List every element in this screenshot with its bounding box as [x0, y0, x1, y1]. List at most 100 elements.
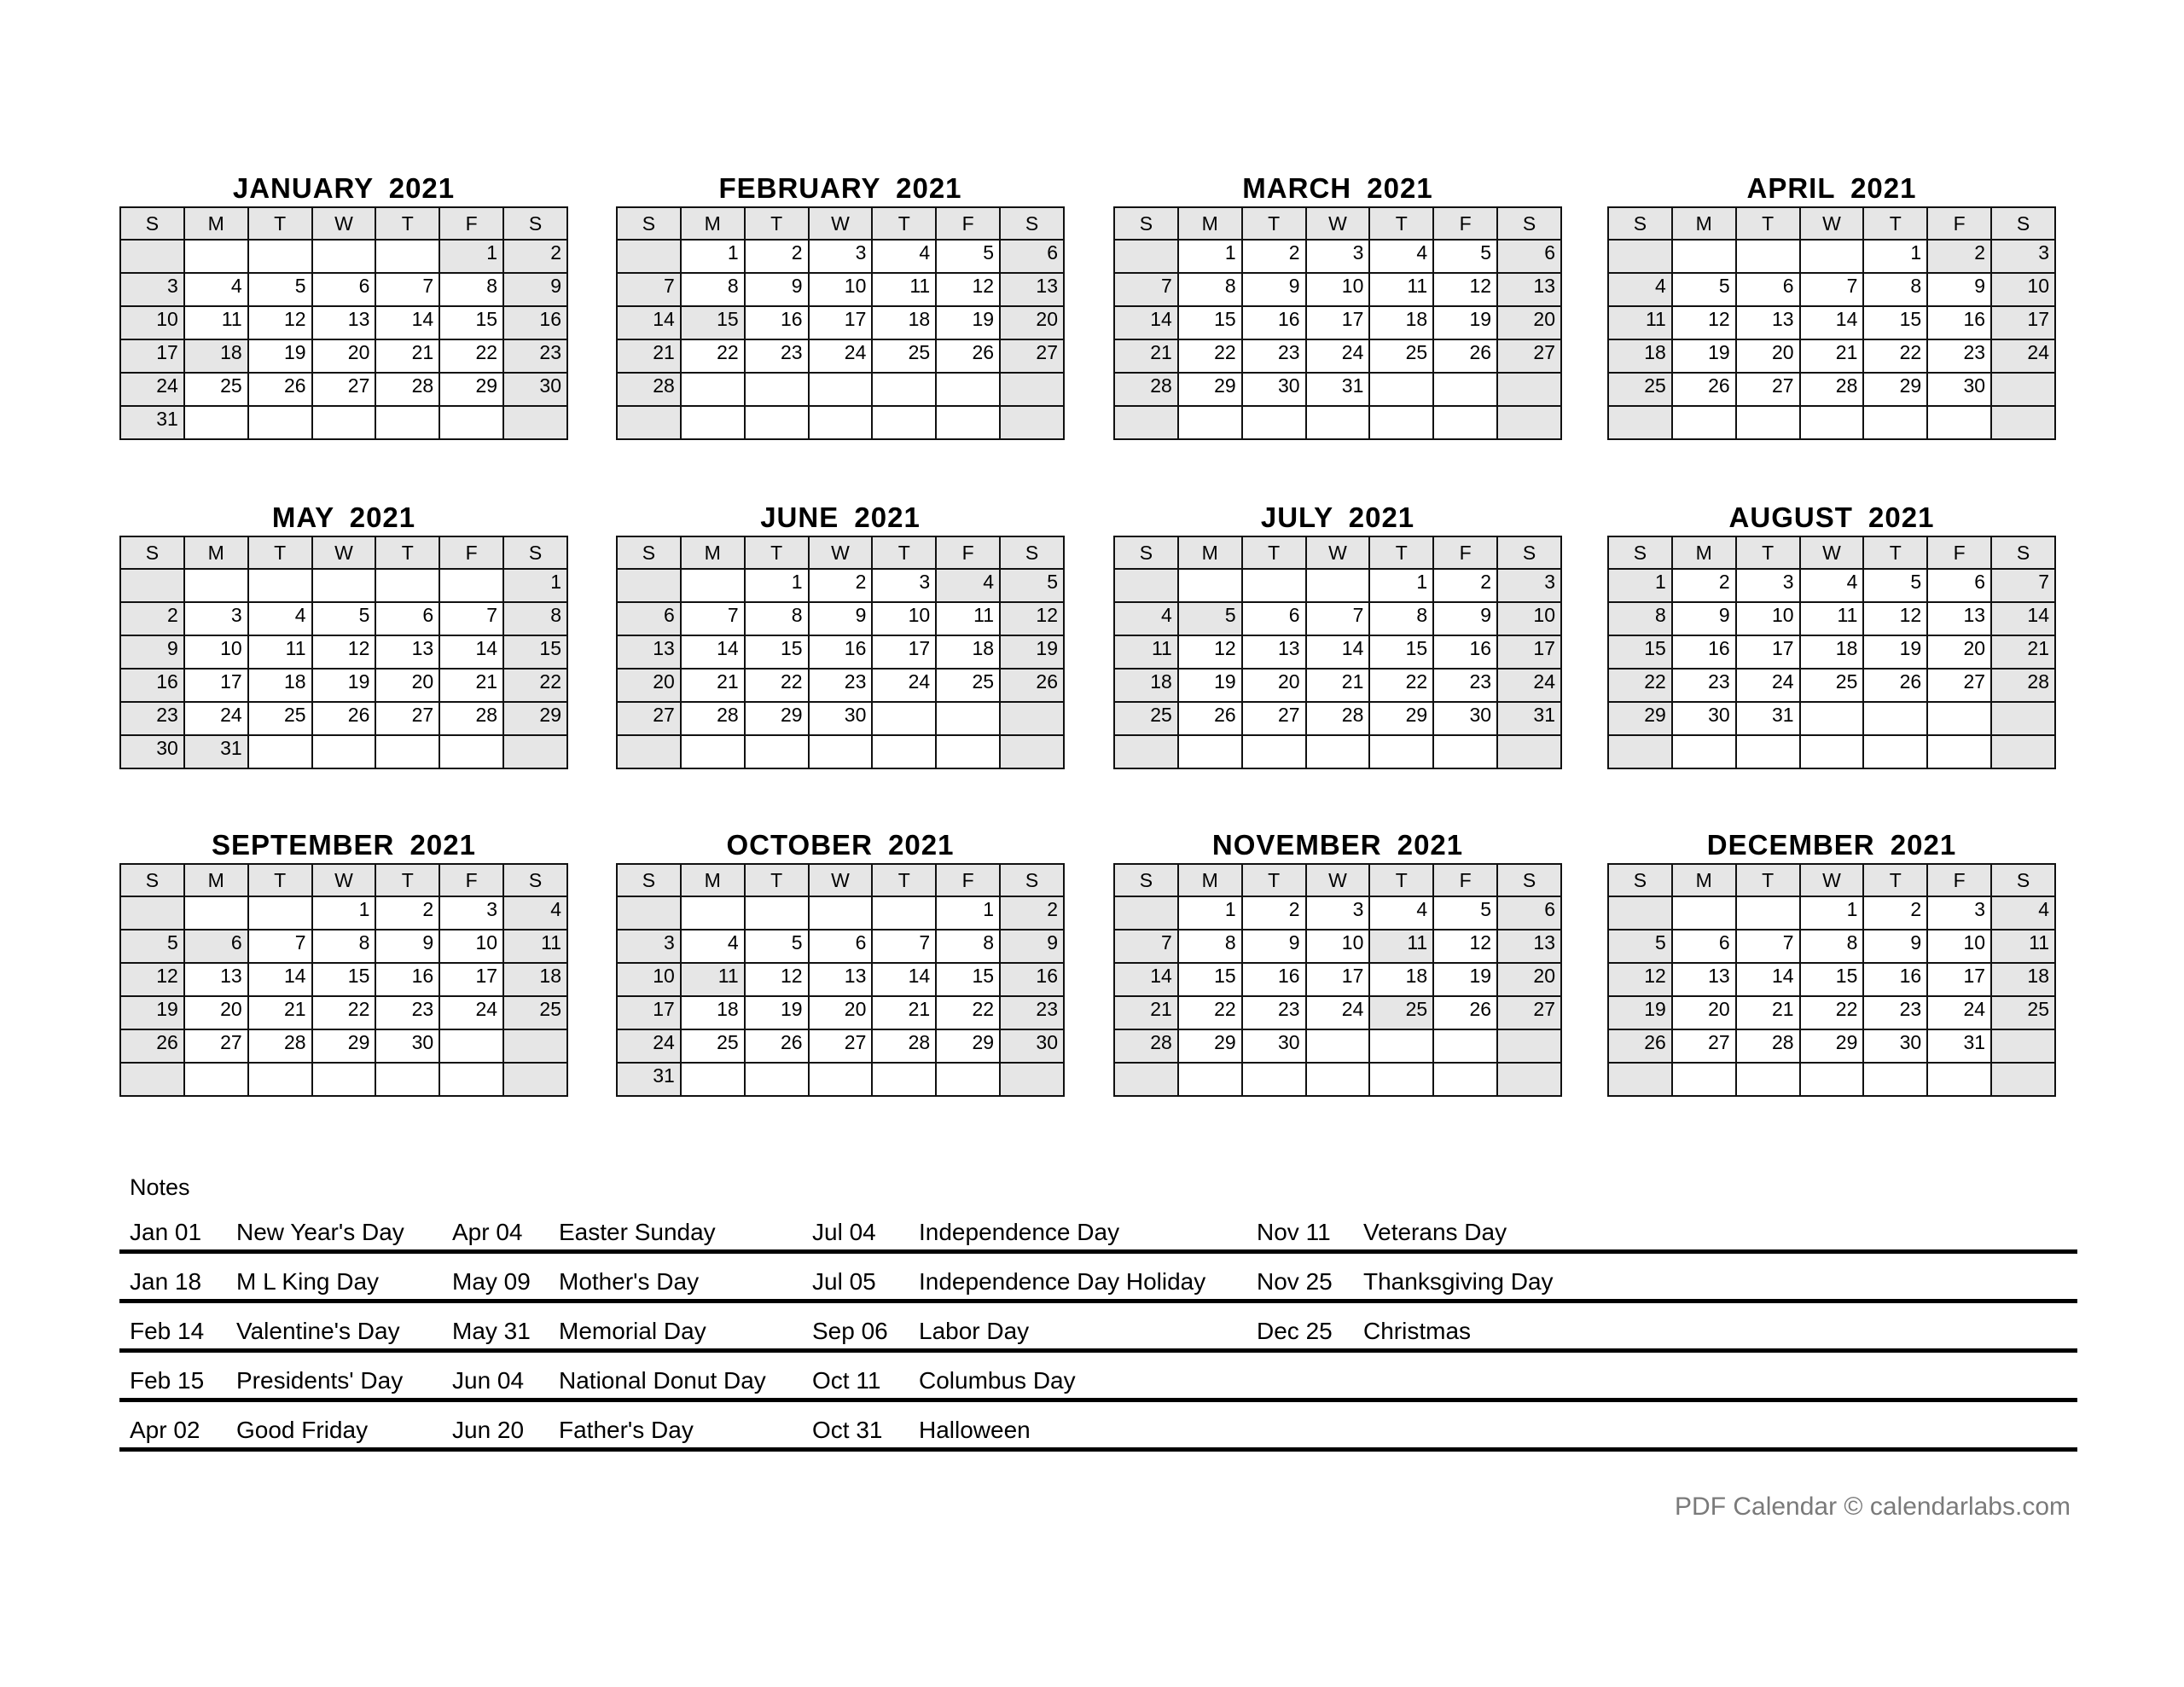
day-cell: 25 — [247, 701, 313, 736]
day-cell: 23 — [999, 995, 1065, 1030]
footer-credit: PDF Calendar © calendarlabs.com — [1675, 1493, 2071, 1521]
note-date: Jun 20 — [452, 1417, 525, 1443]
day-cell: 21 — [375, 339, 441, 374]
weekday-header-row: SMTWTFS — [616, 536, 1065, 570]
week-row — [1607, 1062, 2056, 1097]
day-cell: 16 — [119, 668, 185, 703]
day-cell: 9 — [999, 929, 1065, 964]
empty-day-cell — [935, 701, 1002, 736]
weekday-header: T — [375, 863, 441, 897]
day-cell: 10 — [1304, 272, 1371, 307]
empty-day-cell — [119, 1062, 185, 1097]
day-cell: 29 — [935, 1029, 1002, 1064]
month-title: JULY 2021 — [1260, 501, 1415, 533]
day-cell: 9 — [1670, 601, 1737, 636]
note-holiday-name: Memorial Day — [559, 1318, 706, 1344]
day-cell: 27 — [1926, 668, 1993, 703]
month-grid: S M T W T F S 1 2 3 4 5 6 7 8 9 10 11 12 13 14 15 16 17 18 19 20 21… — [1113, 863, 1562, 1097]
week-row: 12 — [616, 896, 1065, 930]
empty-day-cell — [743, 896, 810, 930]
day-cell: 17 — [439, 962, 505, 997]
day-cell: 5 — [311, 601, 377, 636]
weekday-header: S — [119, 536, 185, 570]
day-cell: 20 — [375, 668, 441, 703]
day-cell: 25 — [1798, 668, 1865, 703]
weekday-header: T — [743, 863, 810, 897]
empty-day-cell — [1304, 405, 1371, 440]
day-cell: 15 — [502, 635, 568, 670]
weekday-header: T — [375, 536, 441, 570]
day-cell: 20 — [183, 995, 249, 1030]
day-cell: 21 — [871, 995, 938, 1030]
week-row: 17 18 19 20 21 22 23 — [616, 995, 1065, 1030]
empty-day-cell — [1990, 1062, 2056, 1097]
day-cell: 16 — [502, 305, 568, 340]
note-date: Jan 18 — [130, 1268, 202, 1295]
empty-day-cell — [807, 896, 874, 930]
month-title: JANUARY 2021 — [232, 172, 456, 204]
day-cell: 12 — [1432, 929, 1499, 964]
note-row: Feb 15 Presidents' Day Jun 04 National Donu… — [119, 1353, 2077, 1402]
day-cell: 15 — [1176, 305, 1243, 340]
weekday-header: M — [679, 863, 746, 897]
day-cell: 28 — [1113, 372, 1179, 407]
empty-day-cell — [1798, 405, 1865, 440]
day-cell: 22 — [743, 668, 810, 703]
week-row: 7 8 9 10 11 12 13 — [1113, 272, 1562, 307]
day-cell: 16 — [999, 962, 1065, 997]
day-cell: 10 — [119, 305, 185, 340]
day-cell: 24 — [1496, 668, 1562, 703]
week-row: 17 18 19 20 21 22 23 — [119, 339, 568, 374]
month-title: NOVEMBER 2021 — [1211, 829, 1464, 861]
week-row: 11 12 13 14 15 16 17 — [1607, 305, 2056, 340]
day-cell: 1 — [935, 896, 1002, 930]
day-cell: 26 — [311, 701, 377, 736]
day-cell: 3 — [119, 272, 185, 307]
day-cell: 7 — [1734, 929, 1801, 964]
day-cell: 4 — [1368, 239, 1435, 274]
day-cell: 5 — [247, 272, 313, 307]
day-cell: 19 — [1670, 339, 1737, 374]
note-date: Nov 11 — [1257, 1219, 1331, 1245]
month-title: JUNE 2021 — [760, 501, 921, 533]
empty-day-cell — [1240, 405, 1307, 440]
day-cell: 15 — [1862, 305, 1929, 340]
weekday-header-row: SMTWTFS — [1113, 863, 1562, 897]
empty-day-cell — [1240, 568, 1307, 603]
empty-day-cell — [679, 568, 746, 603]
weekday-header: F — [1926, 536, 1993, 570]
empty-day-cell — [439, 405, 505, 440]
weekday-header: F — [439, 206, 505, 241]
week-row: 4 5 6 7 8 9 10 — [1607, 272, 2056, 307]
day-cell: 28 — [616, 372, 682, 407]
weekday-header: F — [1432, 536, 1499, 570]
day-cell: 18 — [871, 305, 938, 340]
empty-day-cell — [616, 239, 682, 274]
day-cell: 24 — [183, 701, 249, 736]
weekday-header: T — [871, 206, 938, 241]
holiday-day-cell: 6 — [183, 929, 249, 964]
empty-day-cell — [439, 1062, 505, 1097]
day-cell: 19 — [119, 995, 185, 1030]
holiday-day-cell: 20 — [616, 668, 682, 703]
day-cell: 28 — [1113, 1029, 1179, 1064]
day-cell: 14 — [375, 305, 441, 340]
day-cell: 24 — [1304, 339, 1371, 374]
day-cell: 22 — [1798, 995, 1865, 1030]
week-row: 123 — [1113, 568, 1562, 603]
day-cell: 26 — [999, 668, 1065, 703]
month-calendar: NOVEMBER 2021 S M T W T F S 1 2 3 4 5 6 7 8 9 10 11 12 13 14 1… — [1113, 827, 1562, 1097]
month-calendar: OCTOBER 2021 S M T W T F S 1 2 3 4 5 6 7 8 9 10 11 12 13 14 15… — [616, 827, 1065, 1097]
day-cell: 15 — [1607, 635, 1673, 670]
week-row: 12 13 14 15 16 17 18 — [1607, 962, 2056, 997]
weekday-header: S — [616, 206, 682, 241]
empty-day-cell — [1368, 1029, 1435, 1064]
empty-day-cell — [1926, 1062, 1993, 1097]
empty-day-cell — [1176, 568, 1243, 603]
day-cell: 27 — [375, 701, 441, 736]
empty-day-cell — [247, 734, 313, 769]
empty-day-cell — [1496, 1062, 1562, 1097]
day-cell: 24 — [439, 995, 505, 1030]
empty-day-cell — [311, 405, 377, 440]
day-cell: 16 — [743, 305, 810, 340]
